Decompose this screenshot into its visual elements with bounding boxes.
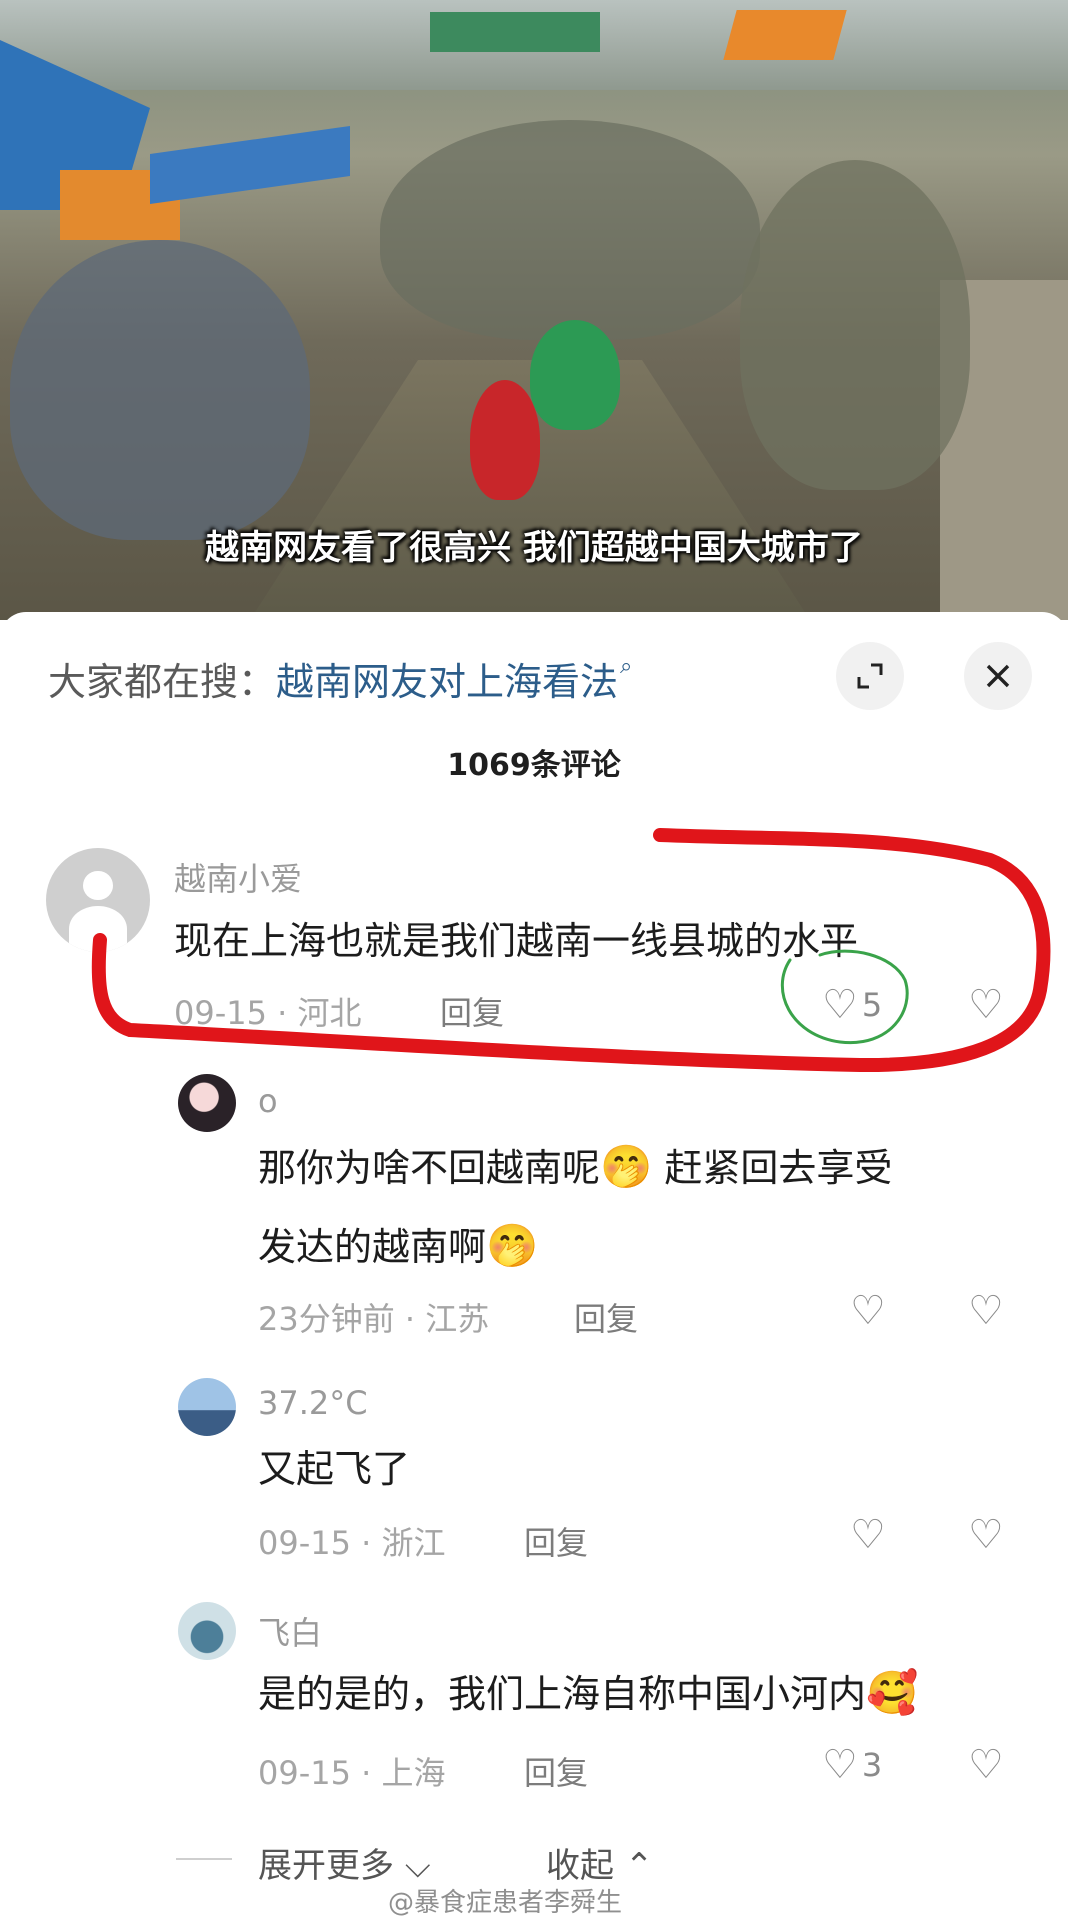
video-frame[interactable]: 越南网友看了很高兴 我们超越中国大城市了 bbox=[0, 0, 1068, 620]
heart-icon: ♡ bbox=[822, 1742, 858, 1788]
content-text: 那你为啥不回越南呢 bbox=[258, 1146, 601, 1190]
person-red-shirt bbox=[470, 380, 540, 500]
chevron-up-icon: ⌃ bbox=[624, 1846, 654, 1886]
heart-icon: ♡ bbox=[850, 1512, 886, 1558]
content-text: 发达的越南啊 bbox=[258, 1225, 487, 1269]
like-button[interactable]: ♡ 3 bbox=[822, 1742, 882, 1788]
heart-icon: ♡ bbox=[850, 1288, 886, 1334]
comment-username[interactable]: 飞白 bbox=[258, 1608, 322, 1654]
reply-button[interactable]: 回复 bbox=[574, 1294, 638, 1340]
comment-count: 1069条评论 bbox=[447, 748, 621, 783]
reply-button[interactable]: 回复 bbox=[524, 1748, 588, 1794]
dislike-button[interactable]: ♡ bbox=[968, 982, 1004, 1028]
avatar[interactable] bbox=[178, 1378, 236, 1436]
comment-meta: 09-15 · 浙江 bbox=[258, 1524, 446, 1562]
hand-over-mouth-emoji: 🤭 bbox=[600, 1142, 653, 1191]
expand-button[interactable] bbox=[836, 642, 904, 710]
expand-icon bbox=[857, 663, 883, 689]
like-count: 5 bbox=[861, 986, 883, 1024]
hand-over-mouth-emoji: 🤭 bbox=[486, 1221, 539, 1270]
content-text: 赶紧回去享受 bbox=[664, 1146, 893, 1190]
search-query-link[interactable]: 越南网友对上海看法 bbox=[276, 651, 618, 706]
expand-more-label: 展开更多 bbox=[258, 1846, 394, 1886]
comment-username[interactable]: o bbox=[258, 1082, 278, 1120]
broken-heart-icon: ♡ bbox=[968, 1512, 1004, 1558]
like-button[interactable]: ♡ bbox=[850, 1288, 886, 1334]
reply-button[interactable]: 回复 bbox=[440, 988, 504, 1034]
close-icon bbox=[986, 664, 1010, 688]
like-count: 3 bbox=[861, 1746, 883, 1784]
content-text: 是的是的，我们上海自称中国小河内 bbox=[258, 1672, 867, 1716]
comment-content: 现在上海也就是我们越南一线县城的水平 bbox=[174, 919, 859, 963]
comment-meta: 23分钟前 · 江苏 bbox=[258, 1300, 490, 1338]
crowd-right bbox=[740, 160, 970, 490]
close-button[interactable] bbox=[964, 642, 1032, 710]
avatar[interactable] bbox=[178, 1074, 236, 1132]
dislike-button[interactable]: ♡ bbox=[968, 1288, 1004, 1334]
dislike-button[interactable]: ♡ bbox=[968, 1512, 1004, 1558]
avatar[interactable] bbox=[178, 1602, 236, 1660]
heart-eyes-emoji: 🥰 bbox=[866, 1668, 919, 1717]
orange-tarp-right bbox=[723, 10, 847, 60]
comment-username[interactable]: 37.2°C bbox=[258, 1384, 368, 1422]
broken-heart-icon: ♡ bbox=[968, 982, 1004, 1028]
avatar[interactable] bbox=[46, 848, 150, 952]
collapse-label: 收起 bbox=[546, 1846, 614, 1886]
crowd-left bbox=[10, 240, 310, 540]
crowd-center bbox=[380, 120, 760, 340]
like-button[interactable]: ♡ bbox=[850, 1512, 886, 1558]
search-prefix: 大家都在搜： bbox=[48, 659, 277, 704]
comment-content: 又起飞了 bbox=[258, 1447, 411, 1491]
watermark: @暴食症患者李舜生 bbox=[388, 1888, 623, 1918]
video-subtitle: 越南网友看了很高兴 我们超越中国大城市了 bbox=[205, 528, 863, 568]
broken-heart-icon: ♡ bbox=[968, 1742, 1004, 1788]
chevron-down-icon: ⌵ bbox=[404, 1846, 431, 1886]
comment-meta: 09-15 · 上海 bbox=[258, 1754, 446, 1792]
expand-more-button[interactable]: 展开更多 ⌵ bbox=[258, 1838, 431, 1887]
search-suggestion[interactable]: 大家都在搜： 越南网友对上海看法 ⌕ bbox=[48, 648, 632, 708]
comment-meta: 09-15 · 河北 bbox=[174, 994, 362, 1032]
comment-username[interactable]: 越南小爱 bbox=[174, 854, 302, 900]
search-icon: ⌕ bbox=[620, 653, 633, 679]
dislike-button[interactable]: ♡ bbox=[968, 1742, 1004, 1788]
heart-icon: ♡ bbox=[822, 982, 858, 1028]
reply-button[interactable]: 回复 bbox=[524, 1518, 588, 1564]
thread-divider bbox=[176, 1858, 232, 1860]
broken-heart-icon: ♡ bbox=[968, 1288, 1004, 1334]
like-button[interactable]: ♡ 5 bbox=[822, 982, 882, 1028]
collapse-button[interactable]: 收起 ⌃ bbox=[546, 1838, 653, 1887]
person-green-shirt bbox=[530, 320, 620, 430]
comment-content: 那你为啥不回越南呢🤭 赶紧回去享受 发达的越南啊🤭 bbox=[258, 1128, 1038, 1286]
green-awning bbox=[430, 12, 600, 52]
comment-content: 是的是的，我们上海自称中国小河内🥰 bbox=[258, 1654, 918, 1733]
blue-tarp-mid bbox=[150, 125, 350, 205]
